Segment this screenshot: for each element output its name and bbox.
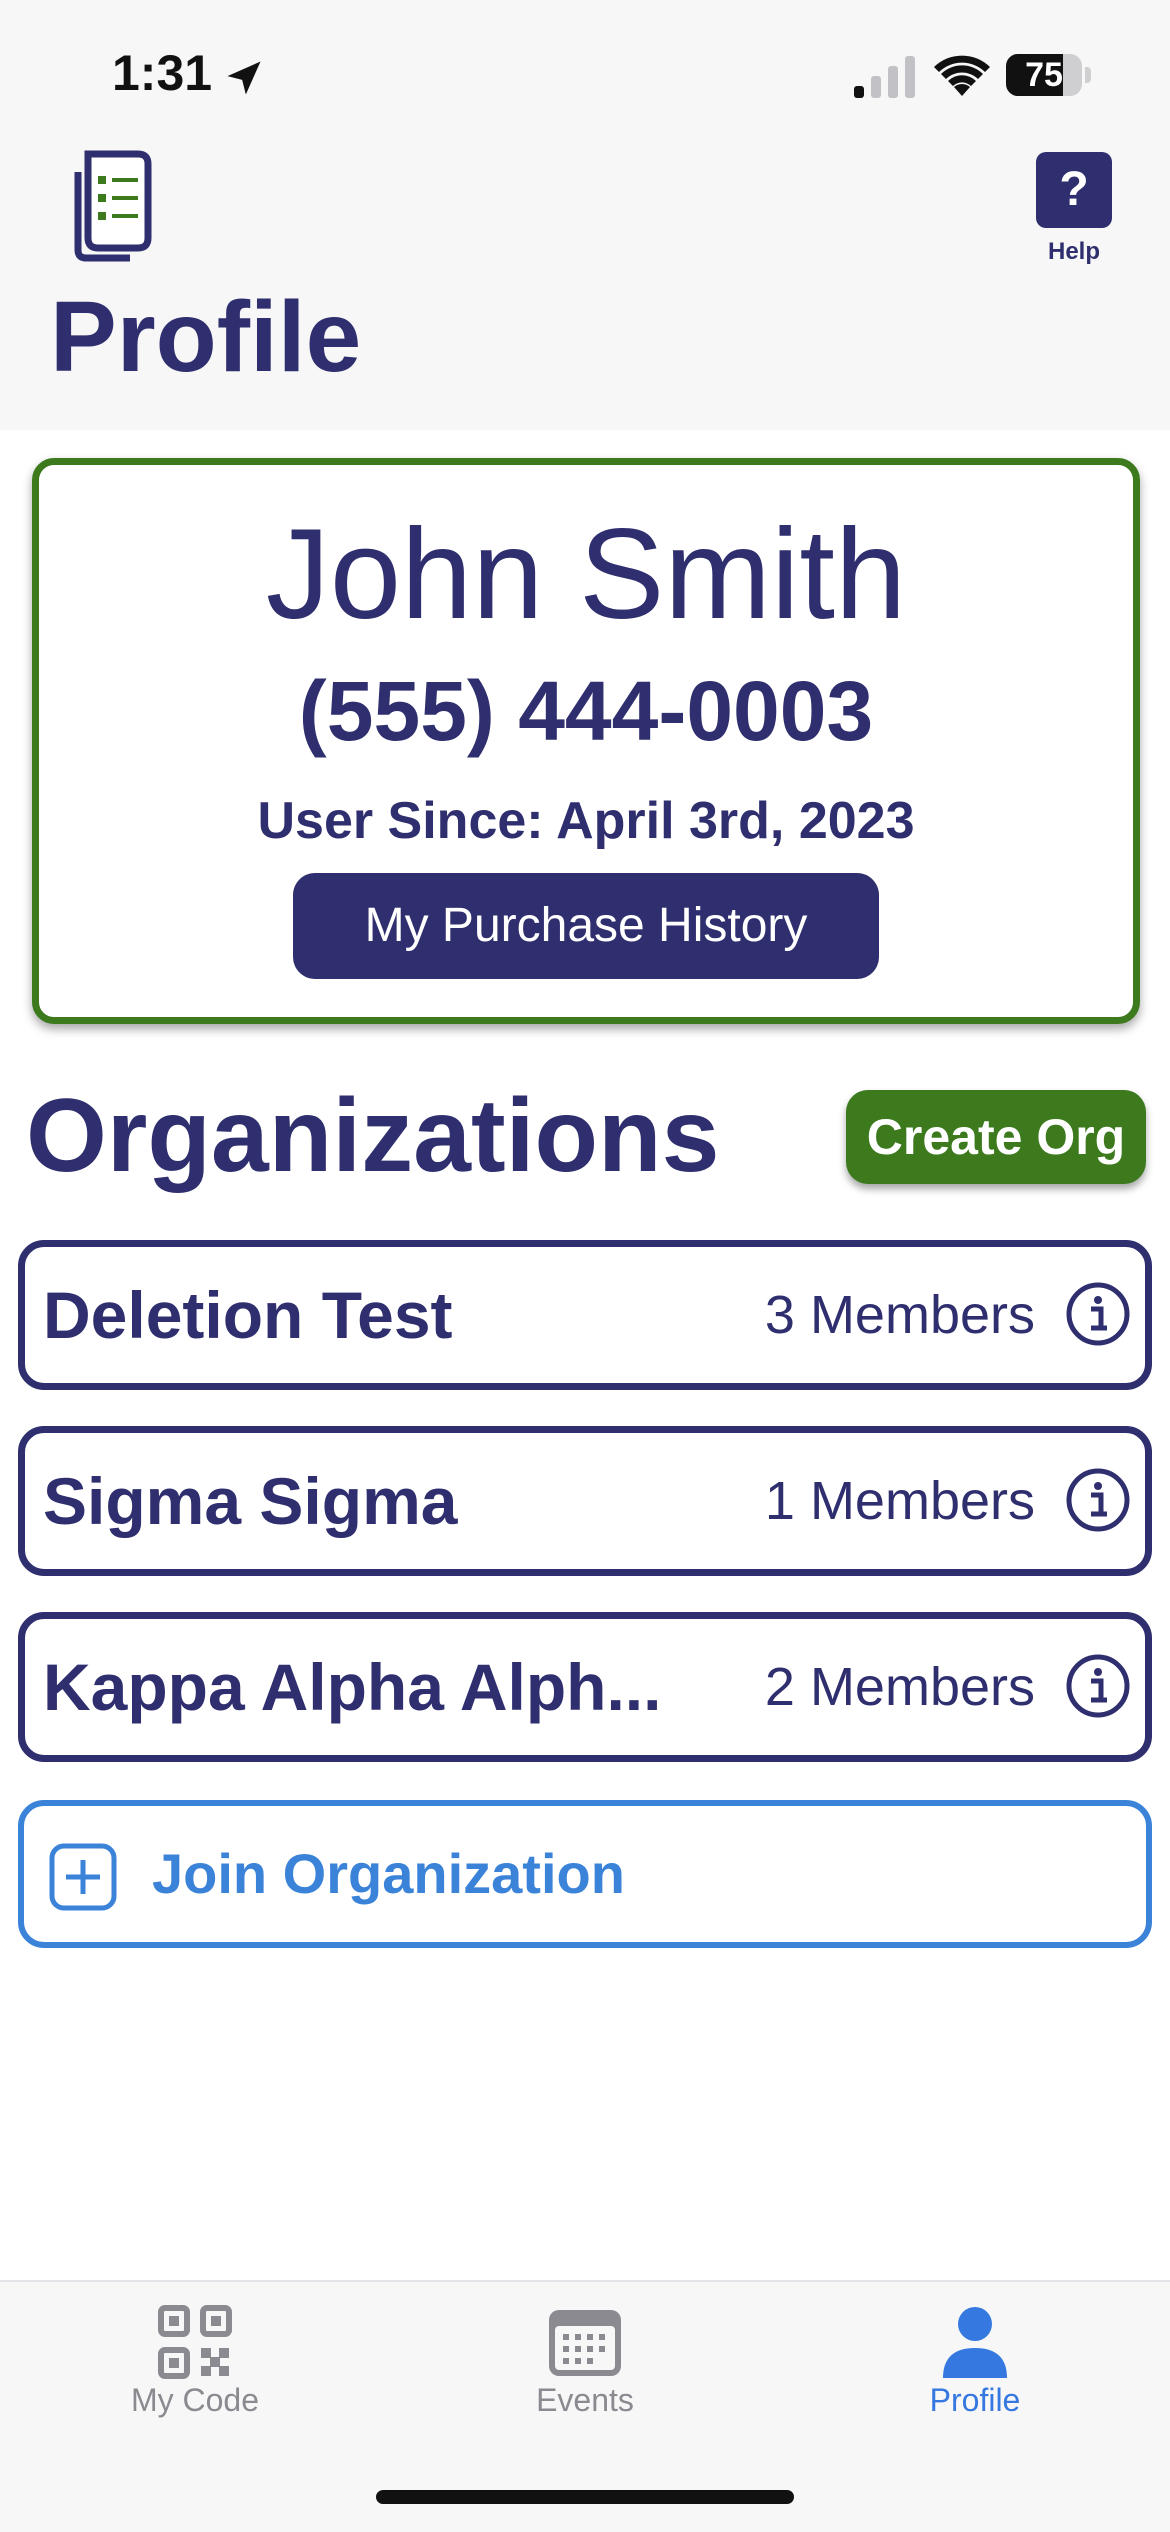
tab-label: Events [536,2382,634,2418]
tab-my-code[interactable]: My Code [0,2282,390,2422]
checklist-document-icon [74,150,152,262]
org-row[interactable]: Kappa Alpha Alph... 2 Members [18,1612,1152,1762]
org-members-count: 1 Members [764,1471,1035,1531]
plus-square-icon [49,1843,117,1911]
tab-label: Profile [929,2382,1021,2418]
status-bar: 1:31 75 [0,0,1170,150]
cellular-signal-icon [854,56,915,98]
org-name: Kappa Alpha Alph... [43,1650,662,1724]
profile-card: John Smith (555) 444-0003 User Since: Ap… [32,458,1140,1024]
info-icon[interactable] [1065,1281,1131,1347]
org-name: Deletion Test [43,1278,453,1352]
status-time: 1:31 [112,45,213,101]
user-since: User Since: April 3rd, 2023 [257,792,915,850]
create-org-button[interactable]: Create Org [846,1090,1146,1184]
tab-events[interactable]: Events [390,2282,780,2422]
info-icon[interactable] [1065,1467,1131,1533]
info-icon[interactable] [1065,1653,1131,1719]
org-name: Sigma Sigma [43,1464,458,1538]
user-name: John Smith [265,503,907,646]
person-icon [943,2307,1007,2378]
tab-profile[interactable]: Profile [780,2282,1170,2422]
battery-percent: 75 [1025,56,1063,94]
join-organization-label: Join Organization [152,1842,625,1905]
page-title: Profile [50,281,362,393]
org-members-count: 3 Members [764,1285,1035,1345]
purchase-history-button[interactable]: My Purchase History [293,873,879,979]
help-button[interactable]: ? [1036,152,1112,228]
help-label[interactable]: Help [1024,238,1124,266]
location-arrow-icon [227,61,261,95]
organizations-title: Organizations [26,1078,720,1194]
home-indicator [376,2490,794,2504]
user-phone: (555) 444-0003 [298,664,874,758]
org-row[interactable]: Deletion Test 3 Members [18,1240,1152,1390]
battery-icon: 75 [1006,54,1091,96]
join-organization-button[interactable]: Join Organization [18,1800,1152,1948]
tab-label: My Code [130,2382,260,2418]
org-members-count: 2 Members [764,1657,1035,1717]
calendar-icon [549,2310,621,2376]
org-row[interactable]: Sigma Sigma 1 Members [18,1426,1152,1576]
qr-code-icon [158,2305,232,2379]
wifi-icon [934,55,990,96]
